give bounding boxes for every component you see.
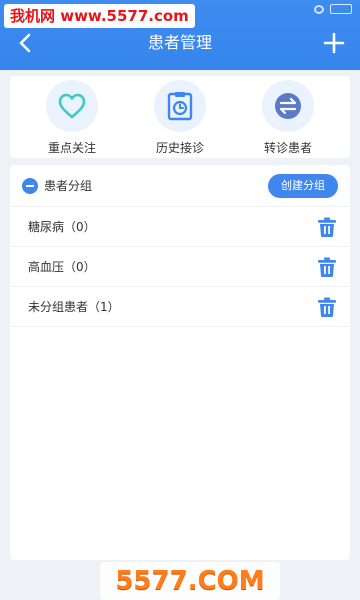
delete-group-button[interactable] <box>316 256 338 278</box>
quick-action-focus-label: 重点关注 <box>47 141 96 155</box>
create-group-button[interactable]: 创建分组 <box>268 174 338 198</box>
watermark-top: 我机网 www.5577.com <box>4 4 195 28</box>
delete-group-button[interactable] <box>316 296 338 318</box>
add-button[interactable] <box>322 31 346 55</box>
watermark-bottom: 5577.COM <box>100 562 280 600</box>
trash-icon <box>318 297 336 317</box>
group-row-label: 糖尿病（0） <box>28 220 96 234</box>
quick-action-transfer[interactable]: 转诊患者 <box>242 76 334 158</box>
trash-icon <box>318 217 336 237</box>
group-row-label: 高血压（0） <box>28 260 96 274</box>
quick-action-transfer-label: 转诊患者 <box>263 141 312 155</box>
quick-action-transfer-circle <box>262 80 314 132</box>
group-row-label: 未分组患者（1） <box>28 300 120 314</box>
quick-action-focus-circle <box>46 80 98 132</box>
group-row-hypertension[interactable]: 高血压（0） <box>10 247 350 287</box>
quick-action-history-label: 历史接诊 <box>155 141 204 155</box>
delete-group-button[interactable] <box>316 216 338 238</box>
battery-icon <box>330 4 352 14</box>
patient-groups-card: 患者分组 创建分组 糖尿病（0） 高血压（0） 未分组患者（1） <box>10 165 350 560</box>
plus-icon <box>323 32 345 54</box>
clipboard-clock-icon <box>167 92 193 121</box>
quick-actions-bar: 重点关注 历史接诊 转诊患者 <box>10 76 350 158</box>
group-row-ungrouped[interactable]: 未分组患者（1） <box>10 287 350 327</box>
transfer-icon <box>275 93 301 119</box>
status-icons <box>314 4 352 14</box>
group-row-diabetes[interactable]: 糖尿病（0） <box>10 207 350 247</box>
quick-action-history-circle <box>154 80 206 132</box>
page-title: 患者管理 <box>147 33 212 52</box>
heart-icon <box>58 93 86 119</box>
signal-icon <box>314 4 324 14</box>
groups-header: 患者分组 创建分组 <box>10 165 350 207</box>
quick-action-history[interactable]: 历史接诊 <box>134 76 226 158</box>
quick-action-focus[interactable]: 重点关注 <box>26 76 118 158</box>
group-minus-icon <box>22 178 38 194</box>
trash-icon <box>318 257 336 277</box>
groups-title: 患者分组 <box>44 179 93 193</box>
